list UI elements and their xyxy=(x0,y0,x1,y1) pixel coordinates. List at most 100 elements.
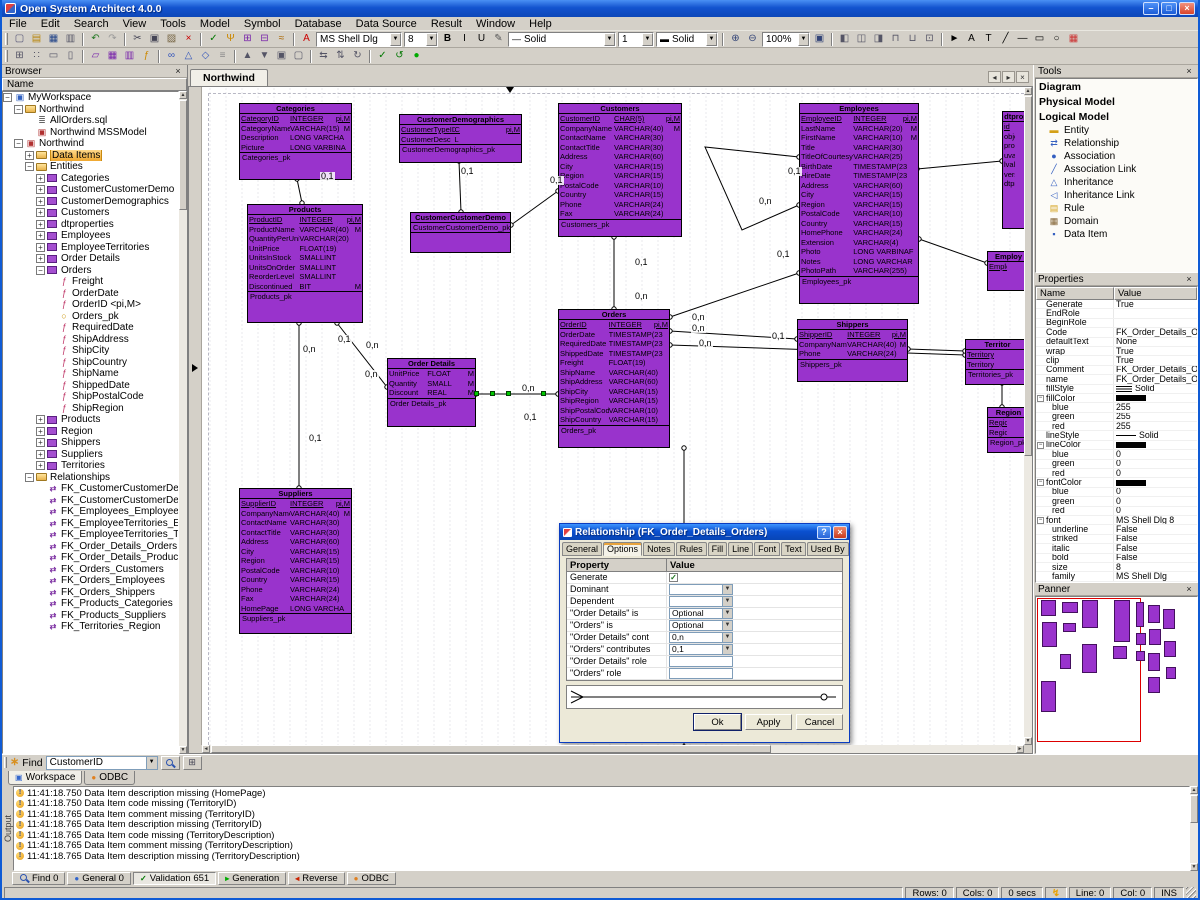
collapse-icon[interactable]: − xyxy=(1037,516,1044,524)
make-same-size-button[interactable]: ⊡ xyxy=(921,32,938,47)
tree-item-shipregion[interactable]: ƒ ShipRegion xyxy=(3,403,178,415)
dropdown-arrow-icon[interactable]: ▼ xyxy=(798,32,809,46)
expand-icon[interactable]: + xyxy=(36,461,45,471)
line-tool-button[interactable]: ╱ xyxy=(997,32,1014,47)
resize-grip[interactable] xyxy=(1186,887,1196,898)
tool-inheritance[interactable]: △ Inheritance xyxy=(1036,176,1197,189)
tools-group-physical-model[interactable]: Physical Model xyxy=(1036,94,1197,109)
dropdown-arrow-icon[interactable]: ▼ xyxy=(722,609,732,618)
output-tab-generation[interactable]: ▸ Generation xyxy=(218,872,287,885)
rotate-button[interactable]: ↻ xyxy=(349,49,366,64)
property-row-italic[interactable]: italic False xyxy=(1036,544,1197,554)
output-message[interactable]: ! 11:41:18.765 Data Item comment missing … xyxy=(14,841,1189,851)
delete-button[interactable]: × xyxy=(180,32,197,47)
bold-button[interactable]: B xyxy=(439,32,456,47)
expand-icon[interactable]: + xyxy=(36,196,45,206)
property-row-endrole[interactable]: EndRole xyxy=(1036,309,1197,319)
collapse-icon[interactable]: − xyxy=(25,162,34,172)
line-style-combo[interactable]: — Solid ▼ xyxy=(508,31,616,47)
menu-model[interactable]: Model xyxy=(193,17,237,31)
scrollbar-thumb[interactable] xyxy=(1024,96,1032,456)
line-width-combo[interactable]: 1 ▼ xyxy=(618,31,654,47)
save-button[interactable]: ▦ xyxy=(45,32,62,47)
property-row-blue[interactable]: blue 0 xyxy=(1036,487,1197,498)
browser-tab-odbc[interactable]: ● ODBC xyxy=(84,771,136,785)
tree-item-employees[interactable]: + Employees xyxy=(3,230,178,242)
collapse-icon[interactable]: − xyxy=(3,93,12,103)
entity-suppliers[interactable]: Suppliers SupplierID INTEGER pi,M CompanyNam… xyxy=(239,488,352,634)
output-tab-odbc[interactable]: ● ODBC xyxy=(346,872,396,885)
tree-item-shippeddate[interactable]: ƒ ShippedDate xyxy=(3,380,178,392)
entity-employeeterritories[interactable]: EmployEmployeeTe xyxy=(987,251,1024,291)
paste-button[interactable]: ▨ xyxy=(163,32,180,47)
tree-item-products[interactable]: + Products xyxy=(3,414,178,426)
relationship-line[interactable] xyxy=(336,322,388,388)
scroll-up-icon[interactable]: ▲ xyxy=(179,91,187,99)
show-rulers-button[interactable]: ▭ xyxy=(45,49,62,64)
tree-item-northwind[interactable]: − Northwind xyxy=(3,104,178,116)
order-details-role-input[interactable] xyxy=(669,656,733,667)
relationship-line[interactable] xyxy=(918,238,988,264)
property-row-red[interactable]: red 0 xyxy=(1036,506,1197,516)
tree-item-employeeterritories[interactable]: + EmployeeTerritories xyxy=(3,242,178,254)
new-view-button[interactable]: ▥ xyxy=(121,49,138,64)
property-row-striked[interactable]: striked False xyxy=(1036,534,1197,545)
align-center-button[interactable]: ◫ xyxy=(853,32,870,47)
output-tab-validation-651[interactable]: ✓ Validation 651 xyxy=(132,872,217,885)
align-bottom-button[interactable]: ⊔ xyxy=(904,32,921,47)
dropdown-arrow-icon[interactable]: ▼ xyxy=(390,32,401,46)
property-row-underline[interactable]: underline False xyxy=(1036,525,1197,535)
output-message[interactable]: ! 11:41:18.765 Data Item code missing (Te… xyxy=(14,830,1189,841)
generate-model-button[interactable]: ⊞ xyxy=(239,32,256,47)
maximize-button[interactable]: □ xyxy=(1161,2,1177,15)
property-row-fontcolor[interactable]: − fontColor xyxy=(1036,478,1197,488)
properties-close-icon[interactable]: × xyxy=(1183,274,1195,285)
menu-tools[interactable]: Tools xyxy=(153,17,193,31)
dropdown-arrow-icon[interactable]: ▼ xyxy=(722,597,732,606)
scroll-down-icon[interactable]: ▼ xyxy=(1190,863,1198,871)
tree-item-northwind-mssmodel[interactable]: ▣ Northwind MSSModel xyxy=(3,127,178,139)
tab-scroll-left-icon[interactable]: ◂ xyxy=(988,71,1001,83)
tree-item-entities[interactable]: − Entities xyxy=(3,161,178,173)
refresh-button[interactable]: ↺ xyxy=(391,49,408,64)
tree-item-customers[interactable]: + Customers xyxy=(3,207,178,219)
tree-item-relationships[interactable]: − Relationships xyxy=(3,472,178,484)
tree-item-fk-employeeterritories-territories[interactable]: ⇄ FK_EmployeeTerritories_Territories xyxy=(3,529,178,541)
output-message[interactable]: ! 11:41:18.765 Data Item description miss… xyxy=(14,820,1189,830)
dropdown-arrow-icon[interactable]: ▼ xyxy=(145,756,157,769)
text-tool-button[interactable]: T xyxy=(980,32,997,47)
collapse-icon[interactable]: − xyxy=(36,265,45,275)
find-input[interactable]: CustomerID ▼ xyxy=(45,755,158,770)
orders-contributes-select[interactable]: 0,1 ▼ xyxy=(669,644,733,655)
property-row-family[interactable]: family MS Shell Dlg xyxy=(1036,572,1197,582)
collapse-icon[interactable]: − xyxy=(14,139,23,149)
menu-database[interactable]: Database xyxy=(288,17,349,31)
italic-button[interactable]: I xyxy=(456,32,473,47)
property-row-fillcolor[interactable]: − fillColor xyxy=(1036,393,1197,404)
tree-item-fk-orders-shippers[interactable]: ⇄ FK_Orders_Shippers xyxy=(3,587,178,599)
print-button[interactable]: ▥ xyxy=(62,32,79,47)
entity-region[interactable]: RegionRegionIDRegionDesRegion_pk xyxy=(987,407,1024,453)
property-row-name[interactable]: name FK_Order_Details_Orders xyxy=(1036,375,1197,385)
entity-orders[interactable]: Orders OrderID INTEGER pi,M OrderDate TIMESTA… xyxy=(558,309,670,448)
entity-territories[interactable]: TerritorTerritoryIDTerritoryDescripTerri… xyxy=(965,339,1024,385)
group-button[interactable]: ▣ xyxy=(273,49,290,64)
tree-item-fk-orders-customers[interactable]: ⇄ FK_Orders_Customers xyxy=(3,564,178,576)
entity-categories[interactable]: Categories CategoryID INTEGER pi,M CategoryN… xyxy=(239,103,352,180)
property-row-bold[interactable]: bold False xyxy=(1036,553,1197,563)
expand-icon[interactable]: + xyxy=(36,254,45,264)
tree-item-fk-employeeterritories-employees[interactable]: ⇄ FK_EmployeeTerritories_Employees xyxy=(3,518,178,530)
menu-result[interactable]: Result xyxy=(424,17,469,31)
dropdown-arrow-icon[interactable]: ▼ xyxy=(722,585,732,594)
relationship-line[interactable] xyxy=(510,190,559,226)
expand-icon[interactable]: + xyxy=(36,185,45,195)
tree-item-dtproperties[interactable]: + dtproperties xyxy=(3,219,178,231)
flip-horizontal-button[interactable]: ⇆ xyxy=(315,49,332,64)
tree-item-fk-order-details-orders[interactable]: ⇄ FK_Order_Details_Orders xyxy=(3,541,178,553)
tree-item-shipname[interactable]: ƒ ShipName xyxy=(3,368,178,380)
selection-handle[interactable] xyxy=(541,391,546,396)
property-row-defaulttext[interactable]: defaultText None xyxy=(1036,337,1197,347)
tree-item-fk-orders-employees[interactable]: ⇄ FK_Orders_Employees xyxy=(3,575,178,587)
tree-item-shippostalcode[interactable]: ƒ ShipPostalCode xyxy=(3,391,178,403)
tree-item-orders-pk[interactable]: ○ Orders_pk xyxy=(3,311,178,323)
